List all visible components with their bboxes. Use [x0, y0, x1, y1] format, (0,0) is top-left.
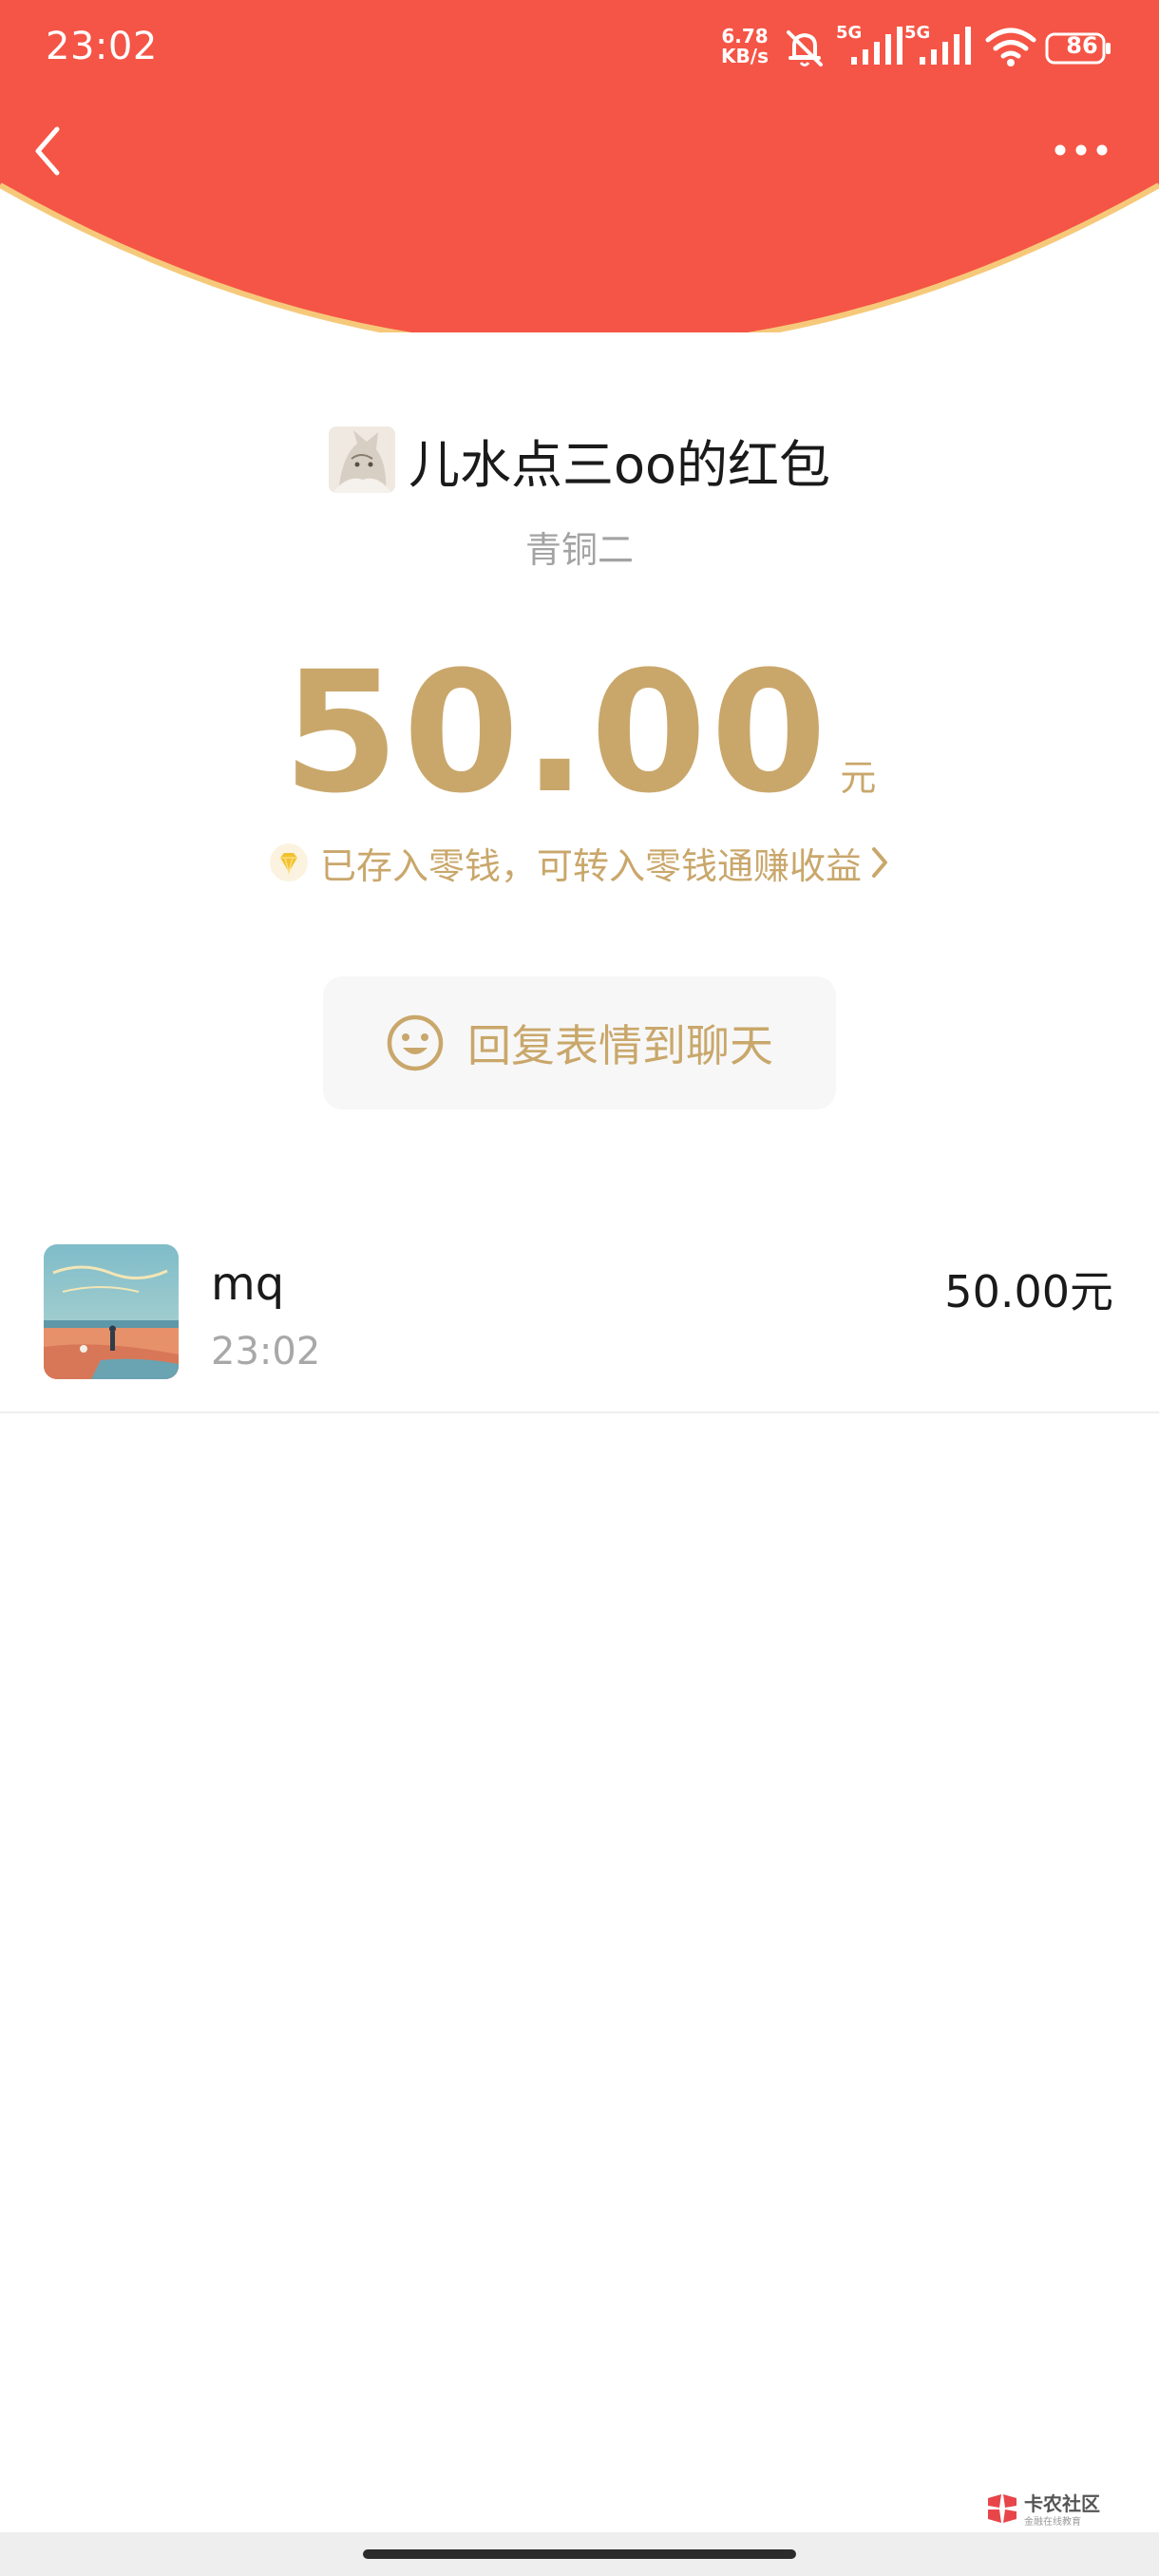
- receiver-time: 23:02: [211, 1330, 321, 1373]
- amount-unit: 元: [840, 757, 877, 799]
- receiver-list-item[interactable]: mq 23:02 50.00元: [0, 1239, 1159, 1411]
- chevron-right-icon: [872, 847, 887, 878]
- status-bar: 23:02 6.78 KB/s 5G 5G 86: [0, 0, 1159, 95]
- watermark-logo-icon: [988, 2494, 1016, 2523]
- chevron-left-icon[interactable]: [28, 123, 72, 179]
- reply-label: 回复表情到聊天: [467, 1020, 773, 1071]
- signal-icon: 5G: [836, 23, 904, 66]
- diamond-icon: [269, 843, 308, 881]
- navigation-bar: [0, 2532, 1159, 2576]
- receiver-name: mq: [211, 1258, 285, 1311]
- mute-icon: [787, 30, 823, 66]
- list-divider: [0, 1411, 1159, 1413]
- sender-title: 儿水点三oo的红包: [408, 434, 831, 495]
- battery-level: 86: [1066, 32, 1098, 59]
- status-icons: 6.78 KB/s 5G 5G 86: [718, 23, 1117, 74]
- network-speed: 6.78 KB/s: [721, 25, 769, 67]
- notice-text: 已存入零钱，可转入零钱通赚收益: [319, 844, 862, 887]
- home-indicator[interactable]: [363, 2549, 796, 2559]
- watermark: 卡农社区 金融在线教育: [984, 2489, 1127, 2530]
- amount-value: 50.00: [282, 635, 831, 830]
- sender-subtitle: 青铜二: [524, 529, 634, 571]
- receiver-avatar: [44, 1244, 179, 1379]
- more-dots-icon[interactable]: [1053, 138, 1110, 162]
- amount-display: 50.00 元: [0, 638, 1159, 828]
- change-notice-link[interactable]: 已存入零钱，可转入零钱通赚收益: [0, 836, 1159, 889]
- sender-row: 儿水点三oo的红包: [0, 424, 1159, 496]
- status-time: 23:02: [46, 25, 158, 68]
- receiver-amount: 50.00元: [944, 1266, 1113, 1317]
- reply-sticker-button[interactable]: 回复表情到聊天: [323, 976, 836, 1109]
- smiley-icon: [387, 1014, 444, 1071]
- wifi-icon: [985, 28, 1036, 66]
- sender-avatar: [328, 426, 395, 493]
- signal-icon: 5G: [904, 23, 973, 66]
- watermark-text: 卡农社区: [1024, 2492, 1100, 2515]
- watermark-subtext: 金融在线教育: [1024, 2517, 1081, 2528]
